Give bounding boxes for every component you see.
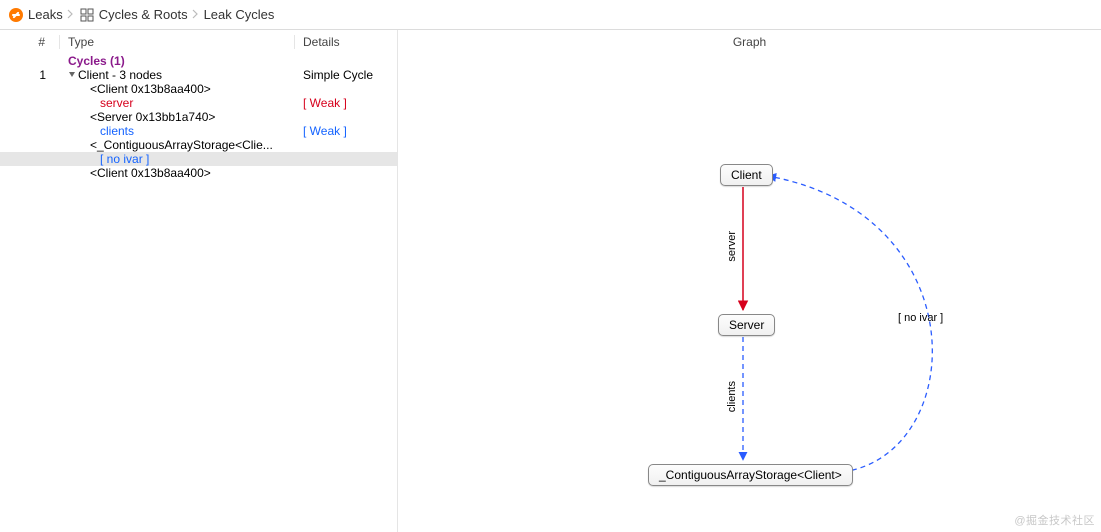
list-row-client[interactable]: 1 Client - 3 nodes Simple Cycle xyxy=(0,68,397,82)
breadcrumb-leaks[interactable]: Leaks xyxy=(28,7,63,22)
list-row[interactable]: server [ Weak ] xyxy=(0,96,397,110)
column-header-type[interactable]: Type xyxy=(60,35,295,49)
edge-label-clients: clients xyxy=(726,381,738,412)
cycles-list-pane: # Type Details Cycles (1) 1 Client - 3 n… xyxy=(0,30,398,532)
row-type-text: [ no ivar ] xyxy=(60,152,295,166)
disclosure-triangle-icon[interactable] xyxy=(68,68,78,82)
cycles-list: Cycles (1) 1 Client - 3 nodes Simple Cyc… xyxy=(0,54,397,532)
graph-node-client[interactable]: Client xyxy=(720,164,773,186)
row-type-text: Client - 3 nodes xyxy=(78,68,162,82)
chevron-right-icon xyxy=(192,7,200,22)
row-details-text: [ Weak ] xyxy=(295,124,397,138)
column-header-details[interactable]: Details xyxy=(295,35,397,49)
list-row[interactable]: <Client 0x13b8aa400> xyxy=(0,82,397,96)
list-row[interactable]: <Client 0x13b8aa400> xyxy=(0,166,397,180)
graph-edges xyxy=(398,54,1101,532)
graph-canvas[interactable]: Client Server _ContiguousArrayStorage<Cl… xyxy=(398,54,1101,532)
list-section-header: Cycles (1) xyxy=(0,54,397,68)
graph-node-server[interactable]: Server xyxy=(718,314,775,336)
section-title: Cycles (1) xyxy=(60,54,295,68)
row-type-text: <_ContiguousArrayStorage<Clie... xyxy=(60,138,295,152)
row-number: 1 xyxy=(0,68,60,82)
graph-node-storage[interactable]: _ContiguousArrayStorage<Client> xyxy=(648,464,853,486)
graph-pane: Graph Client Server xyxy=(398,30,1101,532)
watermark: @掘金技术社区 xyxy=(1014,512,1095,528)
breadcrumb-cycles-roots[interactable]: Cycles & Roots xyxy=(99,7,188,22)
row-type-text: server xyxy=(60,96,295,110)
chevron-right-icon xyxy=(67,7,75,22)
list-row[interactable]: <Server 0x13bb1a740> xyxy=(0,110,397,124)
column-header-graph: Graph xyxy=(398,30,1101,54)
list-row[interactable]: clients [ Weak ] xyxy=(0,124,397,138)
list-row-selected[interactable]: [ no ivar ] xyxy=(0,152,397,166)
breadcrumb-leak-cycles[interactable]: Leak Cycles xyxy=(204,7,275,22)
row-type-text: <Server 0x13bb1a740> xyxy=(60,110,295,124)
breadcrumb-toolbar: Leaks Cycles & Roots Leak Cycles xyxy=(0,0,1101,30)
row-type-text: <Client 0x13b8aa400> xyxy=(60,166,295,180)
edge-label-server: server xyxy=(726,231,738,262)
list-header-row: # Type Details xyxy=(0,30,397,54)
column-header-number[interactable]: # xyxy=(0,35,60,49)
list-row[interactable]: <_ContiguousArrayStorage<Clie... xyxy=(0,138,397,152)
row-type-text: <Client 0x13b8aa400> xyxy=(60,82,295,96)
edge-label-noivar: [ no ivar ] xyxy=(898,312,943,324)
row-type-text: clients xyxy=(60,124,295,138)
row-details-text: [ Weak ] xyxy=(295,96,397,110)
leaks-icon xyxy=(8,7,24,23)
row-details-text: Simple Cycle xyxy=(295,68,397,82)
cycles-roots-icon xyxy=(79,7,95,23)
